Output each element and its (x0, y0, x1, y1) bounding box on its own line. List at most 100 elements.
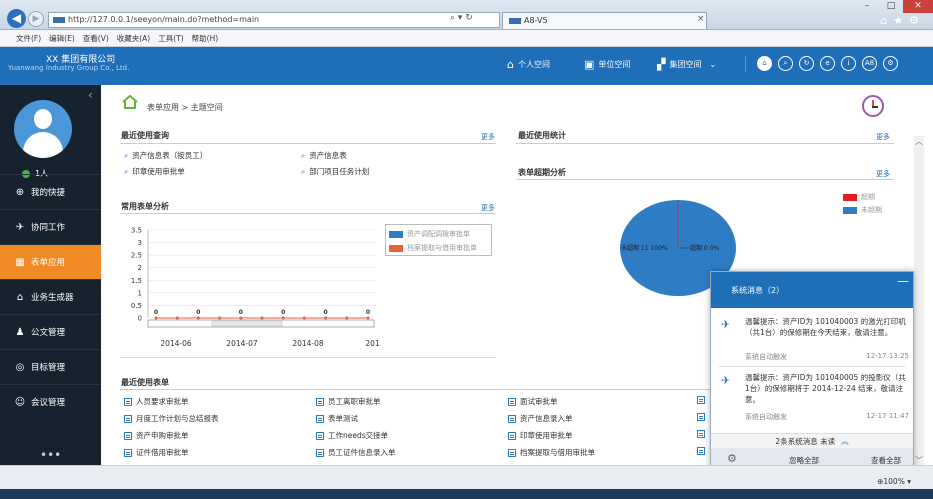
query-link[interactable]: ⌕ 印章使用审批单 (124, 166, 185, 177)
sidebar-item-form-app[interactable]: ▦ 表单应用 (0, 244, 101, 279)
scroll-up-icon[interactable]: ︿ (914, 136, 924, 147)
clock-icon[interactable] (862, 95, 884, 117)
address-bar[interactable]: http://127.0.0.1/seeyon/main.do?method=m… (48, 12, 500, 28)
legend-swatch (843, 206, 857, 214)
form-icon: ▦ (15, 256, 25, 268)
form-link[interactable]: 人员要求审批单 (124, 396, 189, 407)
form-link[interactable]: 工作needs交接单 (316, 430, 388, 441)
data-label: 0 (366, 309, 370, 316)
menu-bar: 文件(F) 编辑(E) 查看(V) 收藏夹(A) 工具(T) 帮助(H) (0, 30, 933, 47)
zoom-level[interactable]: ⊕100% ▾ (877, 477, 911, 486)
query-link[interactable]: ⌕ 资产信息表（按员工） (124, 150, 207, 161)
form-icon (124, 397, 132, 406)
menu-help[interactable]: 帮助(H) (192, 33, 219, 44)
form-icon (508, 397, 516, 406)
data-label: 0 (154, 309, 158, 316)
a8-circle-icon[interactable]: A8 (862, 56, 877, 71)
minimize-icon[interactable]: – (855, 0, 879, 13)
query-link[interactable]: ⌕ 资产信息表 (301, 150, 347, 161)
form-link[interactable]: 月度工作计划与总结报表 (124, 413, 219, 424)
gear-icon[interactable]: ⚙ (727, 452, 737, 465)
browser-tab[interactable]: A8-V5 (502, 12, 707, 29)
tab-favicon-icon (509, 17, 521, 24)
sidebar-item-shortcuts[interactable]: ⊕ 我的快捷 (0, 174, 101, 209)
form-icon (508, 448, 516, 457)
sidebar-more[interactable]: ••• (40, 448, 61, 462)
form-link[interactable]: 员工离职审批单 (316, 396, 381, 407)
recent-forms-title: 最近使用表单 (121, 378, 169, 387)
legend-item[interactable]: 未超期 (843, 205, 882, 215)
recent-queries-more[interactable]: 更多 (481, 132, 495, 142)
message-icon: ✈ (721, 318, 731, 331)
settings-circle-icon[interactable]: ⚙ (883, 56, 898, 71)
message-time: 12-17 13:25 (866, 352, 909, 360)
page-scrollbar[interactable]: ︿ ﹀ (914, 136, 924, 466)
sidebar-item-collaboration[interactable]: ✈ 协同工作 (0, 209, 101, 244)
recent-stats-more[interactable]: 更多 (876, 132, 890, 142)
overdue-analysis-more[interactable]: 更多 (876, 169, 890, 179)
sidebar-collapse-icon[interactable]: ‹ (88, 88, 93, 102)
sidebar-item-target-mgmt[interactable]: ◎ 目标管理 (0, 349, 101, 384)
sync-circle-icon[interactable]: ↻ (799, 56, 814, 71)
form-link[interactable]: 资产申购审批单 (124, 430, 189, 441)
form-link-partial[interactable] (697, 447, 709, 455)
legend-item[interactable]: 超期 (843, 192, 875, 202)
search-icon: ⌕ (301, 151, 306, 160)
message-sender: 系统自动触发 (745, 413, 787, 421)
nav-personal-space[interactable]: ⌂ 个人空间 (507, 58, 550, 71)
form-link[interactable]: 表单测试 (316, 413, 358, 424)
forward-arrow-icon[interactable]: ▶ (28, 11, 44, 27)
sidebar-item-business-builder[interactable]: ⌂ 业务生成器 (0, 279, 101, 314)
form-link-partial[interactable] (697, 430, 709, 438)
menu-file[interactable]: 文件(F) (16, 33, 41, 44)
legend-item[interactable]: 档案提取与借用审批单 (389, 243, 477, 253)
chart-scrollbar[interactable] (147, 319, 375, 328)
nav-unit-space[interactable]: ▣ 单位空间 (584, 58, 630, 71)
avatar[interactable] (14, 100, 72, 158)
home-outline-icon (122, 94, 138, 109)
form-link[interactable]: 员工证件信息录入单 (316, 447, 396, 458)
message-time: 12-17 11:47 (866, 412, 909, 420)
search-circle-icon[interactable]: ⌕ (778, 56, 793, 71)
message-item[interactable]: ✈ 温馨提示：资产ID为 101040003 的激光打印机（共1台）的保修期在今… (721, 316, 909, 366)
sidebar-item-meeting-mgmt[interactable]: ☺ 会议管理 (0, 384, 101, 419)
divider (516, 143, 894, 144)
menu-tools[interactable]: 工具(T) (158, 33, 183, 44)
form-link[interactable]: 档案提取与借用审批单 (508, 447, 595, 458)
home-circle-icon[interactable]: ⌂ (757, 56, 772, 71)
sidebar-item-document-mgmt[interactable]: ♟ 公文管理 (0, 314, 101, 349)
query-link[interactable]: ⌕ 部门项目任务计划 (301, 166, 369, 177)
form-icon (697, 396, 705, 404)
form-link[interactable]: 资产信息录入单 (508, 413, 573, 424)
menu-view[interactable]: 查看(V) (83, 33, 109, 44)
form-link-partial[interactable] (697, 413, 709, 421)
common-form-analysis-more[interactable]: 更多 (481, 203, 495, 213)
tab-close-icon[interactable]: × (697, 14, 705, 24)
popup-header: 系统消息（2） (711, 272, 913, 308)
ie-circle-icon[interactable]: e (820, 56, 835, 71)
form-link[interactable]: 证件借用审批单 (124, 447, 189, 458)
form-icon (124, 431, 132, 440)
back-arrow-icon[interactable]: ◀ (7, 9, 26, 28)
unread-count[interactable]: 2条系统消息 未读 ︽ (711, 433, 913, 448)
data-point (197, 316, 200, 320)
nav-group-space[interactable]: ▞ 集团空间 ⌄ (657, 58, 716, 71)
address-actions[interactable]: ⌕ ▾ ↻ (450, 13, 473, 23)
search-icon: ⌕ (124, 151, 129, 160)
close-icon[interactable]: ✕ (903, 0, 933, 13)
data-point (303, 316, 306, 320)
menu-edit[interactable]: 编辑(E) (49, 33, 75, 44)
maximize-icon[interactable]: □ (879, 0, 903, 13)
info-circle-icon[interactable]: i (841, 56, 856, 71)
form-link-partial[interactable] (697, 396, 709, 404)
form-link[interactable]: 面试审批单 (508, 396, 558, 407)
message-item[interactable]: ✈ 温馨提示：资产ID为 101040005 的投影仪（共1台）的保修期将于 2… (721, 372, 909, 422)
popup-title: 系统消息（2） (731, 286, 785, 295)
legend-item[interactable]: 资产调配调拨审批单 (389, 229, 470, 239)
browser-home-star-gear-icons[interactable]: ⌂★⚙ (880, 14, 925, 27)
pie-label-overdue: 超期 0 0% (690, 244, 719, 252)
form-link[interactable]: 印章使用审批单 (508, 430, 573, 441)
window-controls: – □ ✕ (855, 0, 933, 13)
menu-favorites[interactable]: 收藏夹(A) (117, 33, 150, 44)
minimize-icon[interactable]: — (897, 274, 909, 288)
